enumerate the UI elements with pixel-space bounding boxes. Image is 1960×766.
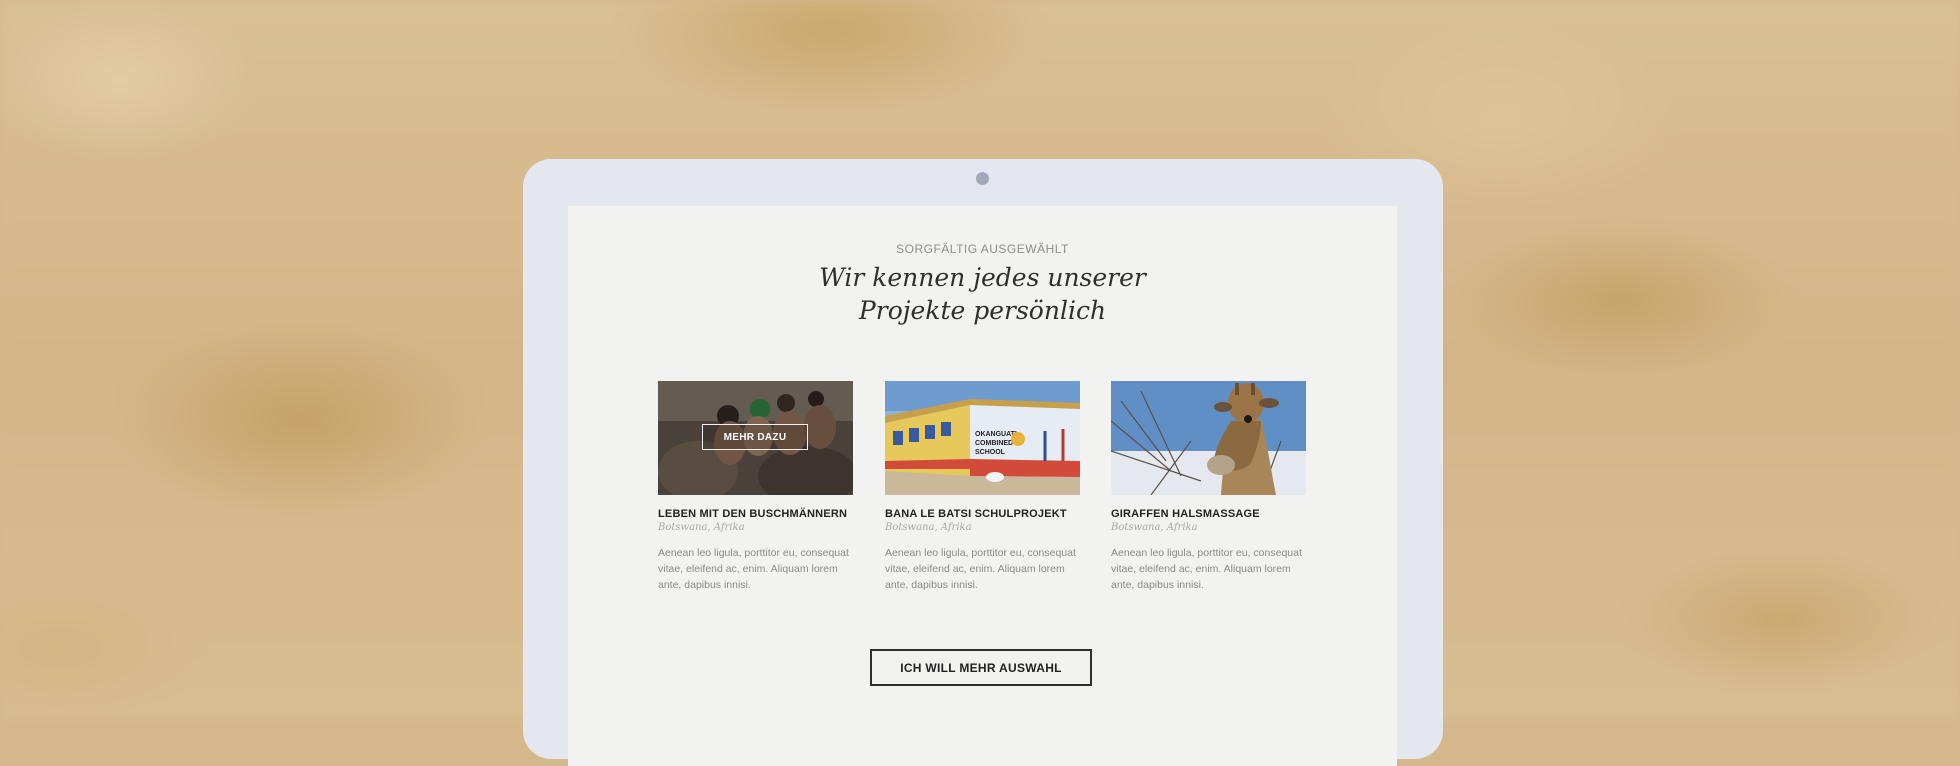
svg-text:COMBINED: COMBINED — [975, 440, 1013, 447]
project-card[interactable]: OKANGUATI COMBINED SCHOOL BANA LE BATSI … — [885, 381, 1080, 593]
school-photo: OKANGUATI COMBINED SCHOOL — [885, 381, 1080, 495]
school-sign-text: OKANGUATI — [975, 431, 1017, 438]
section-eyebrow: SORGFÄLTIG AUSGEWÄHLT — [896, 242, 1069, 256]
project-title[interactable]: GIRAFFEN HALSMASSAGE — [1111, 508, 1306, 520]
project-image-giraffe[interactable] — [1111, 381, 1306, 495]
project-description: Aenean leo ligula, porttitor eu, consequ… — [1111, 547, 1302, 591]
project-location: Botswana, Afrika — [885, 522, 972, 533]
project-card[interactable]: GIRAFFEN HALSMASSAGE Botswana, Afrika Ae… — [1111, 381, 1306, 593]
headline-line-1: Wir kennen jedes unserer — [819, 263, 1146, 292]
project-title[interactable]: LEBEN MIT DEN BUSCHMÄNNERN — [658, 508, 853, 520]
project-image-bushmen[interactable]: MEHR DAZU — [658, 381, 853, 495]
laptop-frame: SORGFÄLTIG AUSGEWÄHLT Wir kennen jedes u… — [523, 159, 1443, 766]
more-selection-button[interactable]: ICH WILL MEHR AUSWAHL — [870, 649, 1092, 686]
mehr-dazu-button[interactable]: MEHR DAZU — [702, 424, 808, 450]
section-headline: Wir kennen jedes unserer Projekte persön… — [568, 261, 1397, 327]
project-card[interactable]: MEHR DAZU LEBEN MIT DEN BUSCHMÄNNERN Bot… — [658, 381, 853, 593]
svg-text:SCHOOL: SCHOOL — [975, 449, 1006, 456]
project-location: Botswana, Afrika — [1111, 522, 1198, 533]
project-description: Aenean leo ligula, porttitor eu, consequ… — [658, 547, 849, 591]
project-description: Aenean leo ligula, porttitor eu, consequ… — [885, 547, 1076, 591]
project-title[interactable]: BANA LE BATSI SCHULPROJEKT — [885, 508, 1080, 520]
headline-line-2: Projekte persönlich — [858, 296, 1107, 325]
camera-icon — [976, 172, 989, 185]
giraffe-photo — [1111, 381, 1306, 495]
laptop-screen: SORGFÄLTIG AUSGEWÄHLT Wir kennen jedes u… — [568, 206, 1397, 766]
project-image-school[interactable]: OKANGUATI COMBINED SCHOOL — [885, 381, 1080, 495]
project-location: Botswana, Afrika — [658, 522, 745, 533]
